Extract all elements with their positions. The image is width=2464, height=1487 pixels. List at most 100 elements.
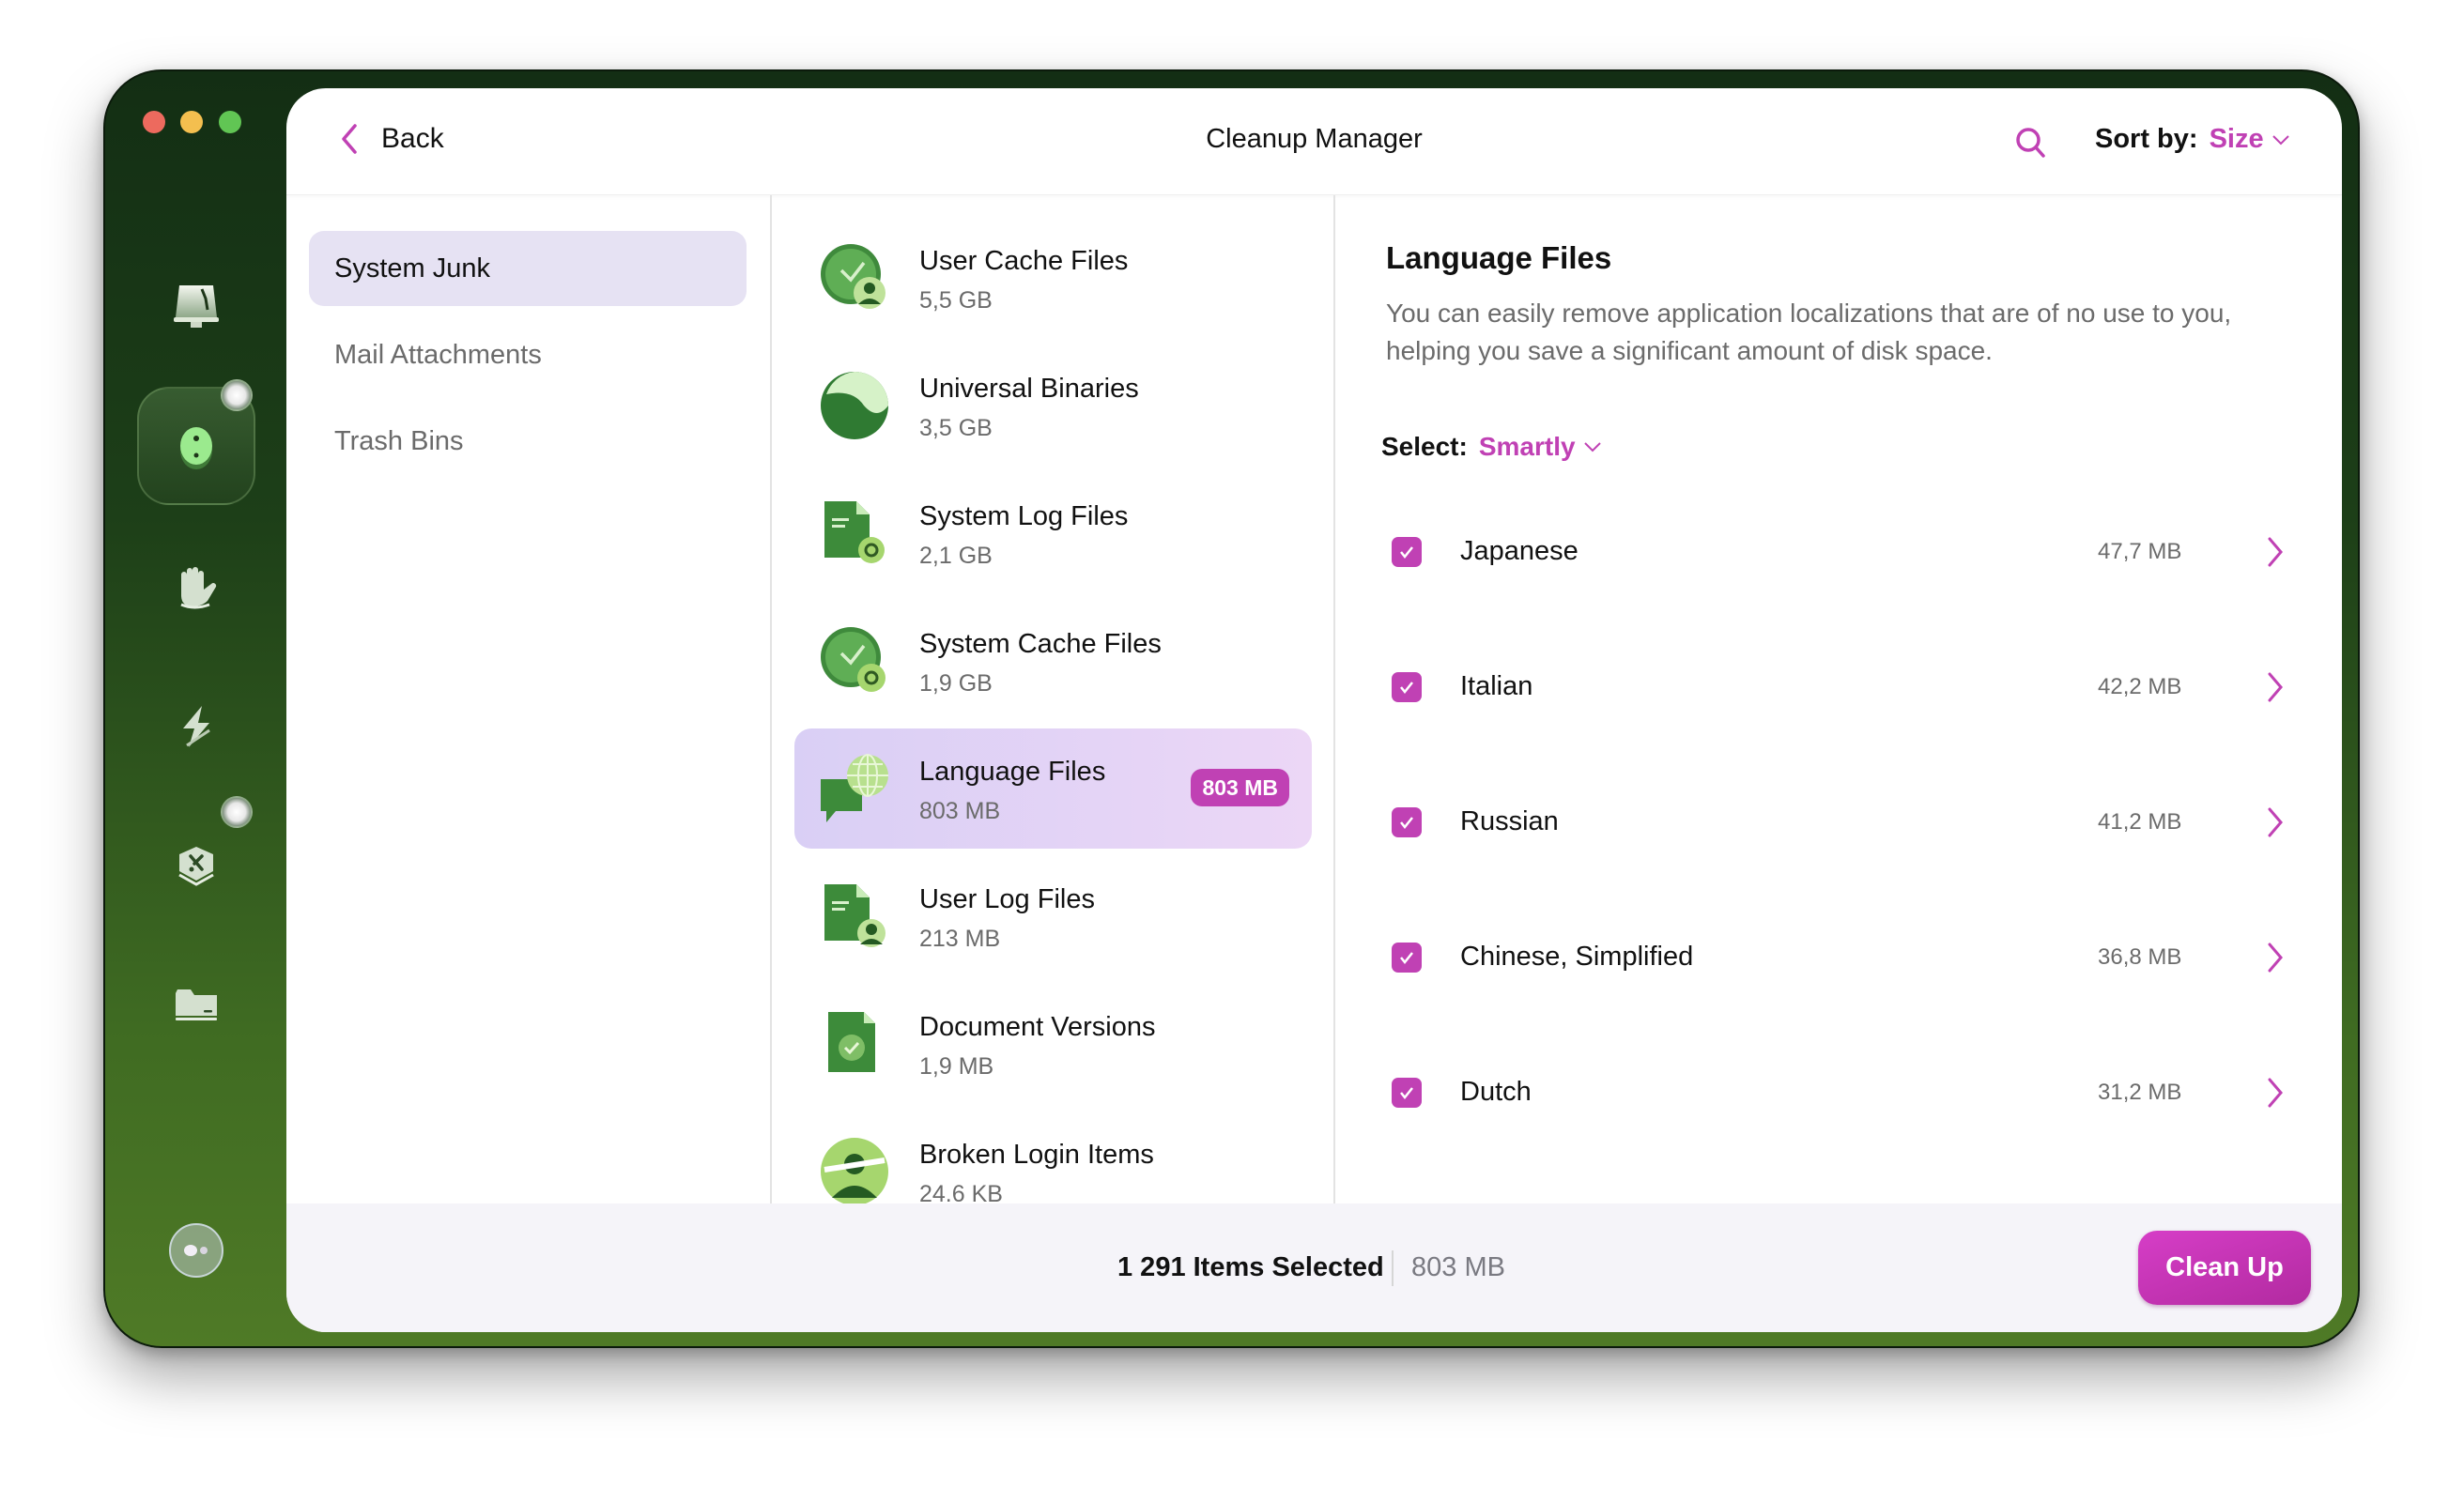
item-name: Universal Binaries	[919, 374, 1139, 404]
detail-title: Language Files	[1386, 240, 1612, 275]
sort-value: Size	[2209, 124, 2264, 154]
checkmark-icon	[1400, 1087, 1413, 1100]
assistant-icon[interactable]	[159, 1213, 234, 1288]
item-size: 1,9 GB	[919, 670, 993, 697]
privacy-hand-icon[interactable]	[159, 550, 234, 625]
language-size: 36,8 MB	[2098, 944, 2182, 970]
notification-dot-icon	[221, 379, 253, 411]
notification-dot-icon	[221, 796, 253, 828]
item-name: System Cache Files	[919, 629, 1162, 659]
checkmark-icon	[1400, 817, 1413, 830]
language-row[interactable]: Italian 42,2 MB	[1335, 640, 2342, 734]
chevron-right-icon[interactable]	[2265, 535, 2286, 569]
user-log-icon	[824, 884, 886, 947]
chevron-right-icon[interactable]	[2265, 941, 2286, 974]
language-checkbox[interactable]	[1392, 1078, 1422, 1108]
app-window: Back Cleanup Manager Sort by: Size Syste…	[103, 69, 2360, 1348]
clean-up-button[interactable]: Clean Up	[2138, 1231, 2311, 1305]
language-row[interactable]: Chinese, Simplified 36,8 MB	[1335, 911, 2342, 1004]
list-item-system-cache-files[interactable]: System Cache Files 1,9 GB	[794, 601, 1312, 721]
select-control: Select: Smartly	[1381, 432, 1602, 462]
language-name: Russian	[1460, 806, 1559, 836]
minimize-window-button[interactable]	[180, 111, 203, 133]
language-checkbox[interactable]	[1392, 672, 1422, 702]
item-name: Document Versions	[919, 1012, 1156, 1042]
language-checkbox[interactable]	[1392, 943, 1422, 973]
list-item-user-cache-files[interactable]: User Cache Files 5,5 GB	[794, 218, 1312, 338]
language-name: Japanese	[1460, 536, 1578, 566]
chevron-right-icon[interactable]	[2265, 805, 2286, 839]
language-name: Dutch	[1460, 1077, 1532, 1107]
list-item-user-log-files[interactable]: User Log Files 213 MB	[794, 856, 1312, 976]
applications-icon[interactable]	[159, 828, 234, 903]
chevron-right-icon[interactable]	[2265, 670, 2286, 704]
language-size: 47,7 MB	[2098, 539, 2182, 564]
user-cache-icon	[821, 244, 886, 309]
nav-item-system-junk[interactable]: System Junk	[309, 231, 747, 306]
sort-dropdown[interactable]: Size	[2210, 124, 2290, 155]
item-size: 213 MB	[919, 926, 1001, 952]
close-window-button[interactable]	[143, 111, 165, 133]
detail-description: You can easily remove application locali…	[1386, 299, 2232, 365]
chevron-down-icon	[2272, 134, 2289, 145]
select-label: Select:	[1381, 432, 1468, 461]
select-value: Smartly	[1478, 432, 1576, 461]
list-item-language-files[interactable]: Language Files 803 MB 803 MB	[794, 728, 1312, 849]
sort-control: Sort by: Size	[2095, 124, 2290, 155]
protection-icon[interactable]	[159, 407, 234, 483]
document-versions-icon	[828, 1012, 875, 1072]
select-dropdown[interactable]: Smartly	[1479, 432, 1602, 462]
junk-category-list: User Cache Files 5,5 GB Universal Binari…	[772, 195, 1333, 1203]
item-size: 2,1 GB	[919, 543, 993, 569]
checkmark-icon	[1400, 546, 1413, 560]
selected-size: 803 MB	[1411, 1252, 1505, 1282]
list-item-broken-login-items[interactable]: Broken Login Items 24.6 KB	[794, 1111, 1312, 1203]
cleanup-manager-panel: Back Cleanup Manager Sort by: Size Syste…	[286, 88, 2342, 1332]
nav-item-mail-attachments[interactable]: Mail Attachments	[309, 317, 747, 392]
language-row[interactable]: Dutch 31,2 MB	[1335, 1046, 2342, 1140]
language-checkbox[interactable]	[1392, 807, 1422, 837]
size-badge: 803 MB	[1191, 769, 1289, 806]
item-name: Language Files	[919, 757, 1106, 787]
search-icon[interactable]	[2012, 124, 2050, 161]
language-files-icon	[821, 754, 888, 822]
category-nav: System Junk Mail Attachments Trash Bins	[286, 195, 770, 1203]
item-size: 24.6 KB	[919, 1181, 1003, 1203]
list-item-document-versions[interactable]: Document Versions 1,9 MB	[794, 984, 1312, 1104]
chevron-down-icon	[1583, 442, 1601, 452]
language-name: Italian	[1460, 671, 1533, 701]
system-cache-icon	[821, 627, 886, 692]
chevron-right-icon[interactable]	[2265, 1076, 2286, 1110]
item-name: User Log Files	[919, 884, 1095, 914]
universal-binaries-icon	[821, 372, 888, 439]
sort-label: Sort by:	[2095, 124, 2198, 154]
item-size: 3,5 GB	[919, 415, 993, 441]
footer-bar: 1 291 Items Selected 803 MB Clean Up	[286, 1203, 2342, 1332]
performance-bolt-icon[interactable]	[159, 689, 234, 764]
zoom-window-button[interactable]	[219, 111, 241, 133]
item-name: User Cache Files	[919, 246, 1129, 276]
checkmark-icon	[1400, 952, 1413, 965]
divider	[1392, 1250, 1394, 1286]
item-size: 803 MB	[919, 798, 1001, 824]
detail-pane: Language Files You can easily remove app…	[1335, 195, 2342, 1203]
language-row[interactable]: Russian 41,2 MB	[1335, 775, 2342, 869]
language-size: 42,2 MB	[2098, 674, 2182, 699]
items-selected-count: 1 291 Items Selected	[1117, 1252, 1384, 1282]
language-size: 41,2 MB	[2098, 809, 2182, 835]
header-bar: Back Cleanup Manager Sort by: Size	[286, 88, 2342, 195]
list-item-universal-binaries[interactable]: Universal Binaries 3,5 GB	[794, 345, 1312, 466]
nav-item-trash-bins[interactable]: Trash Bins	[309, 404, 747, 479]
item-name: Broken Login Items	[919, 1140, 1154, 1170]
broken-login-icon	[821, 1138, 888, 1203]
checkmark-icon	[1400, 682, 1413, 695]
language-checkbox[interactable]	[1392, 537, 1422, 567]
language-size: 31,2 MB	[2098, 1080, 2182, 1105]
list-item-system-log-files[interactable]: System Log Files 2,1 GB	[794, 473, 1312, 593]
files-folder-icon[interactable]	[159, 965, 234, 1040]
cleanup-icon[interactable]	[159, 268, 234, 344]
system-log-icon	[824, 501, 885, 563]
item-size: 1,9 MB	[919, 1053, 994, 1080]
item-size: 5,5 GB	[919, 287, 993, 314]
language-row[interactable]: Japanese 47,7 MB	[1335, 505, 2342, 599]
